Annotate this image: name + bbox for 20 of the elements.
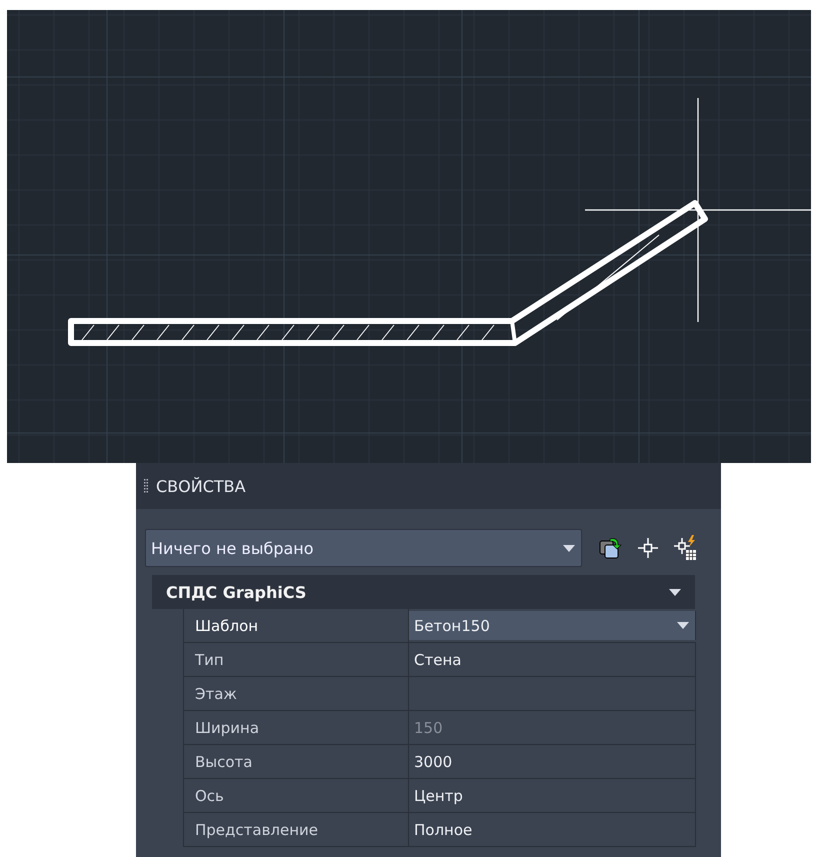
property-value[interactable]: Полное <box>409 813 696 846</box>
selection-dropdown[interactable]: Ничего не выбрано <box>145 529 582 567</box>
quick-select-icon[interactable] <box>598 536 624 560</box>
property-value[interactable]: 3000 <box>409 745 696 778</box>
caret-icon <box>563 544 575 552</box>
grip-icon[interactable] <box>144 479 148 493</box>
property-value[interactable]: Центр <box>409 779 696 812</box>
caret-icon <box>677 622 689 629</box>
panel-title: СВОЙСТВА <box>156 476 246 496</box>
property-dropdown[interactable]: Бетон150 <box>409 611 696 640</box>
property-label[interactable]: Высота <box>184 745 409 778</box>
property-value[interactable]: Стена <box>409 643 696 676</box>
property-label[interactable]: Ось <box>184 779 409 812</box>
property-label[interactable]: Представление <box>184 813 409 846</box>
select-objects-icon[interactable] <box>636 536 660 560</box>
toggle-pickadd-icon[interactable] <box>672 535 698 561</box>
drawing-canvas[interactable] <box>7 10 811 463</box>
section-header[interactable]: СПДС GraphiCS <box>152 575 695 609</box>
property-label[interactable]: Тип <box>184 643 409 676</box>
property-label[interactable]: Этаж <box>184 677 409 710</box>
